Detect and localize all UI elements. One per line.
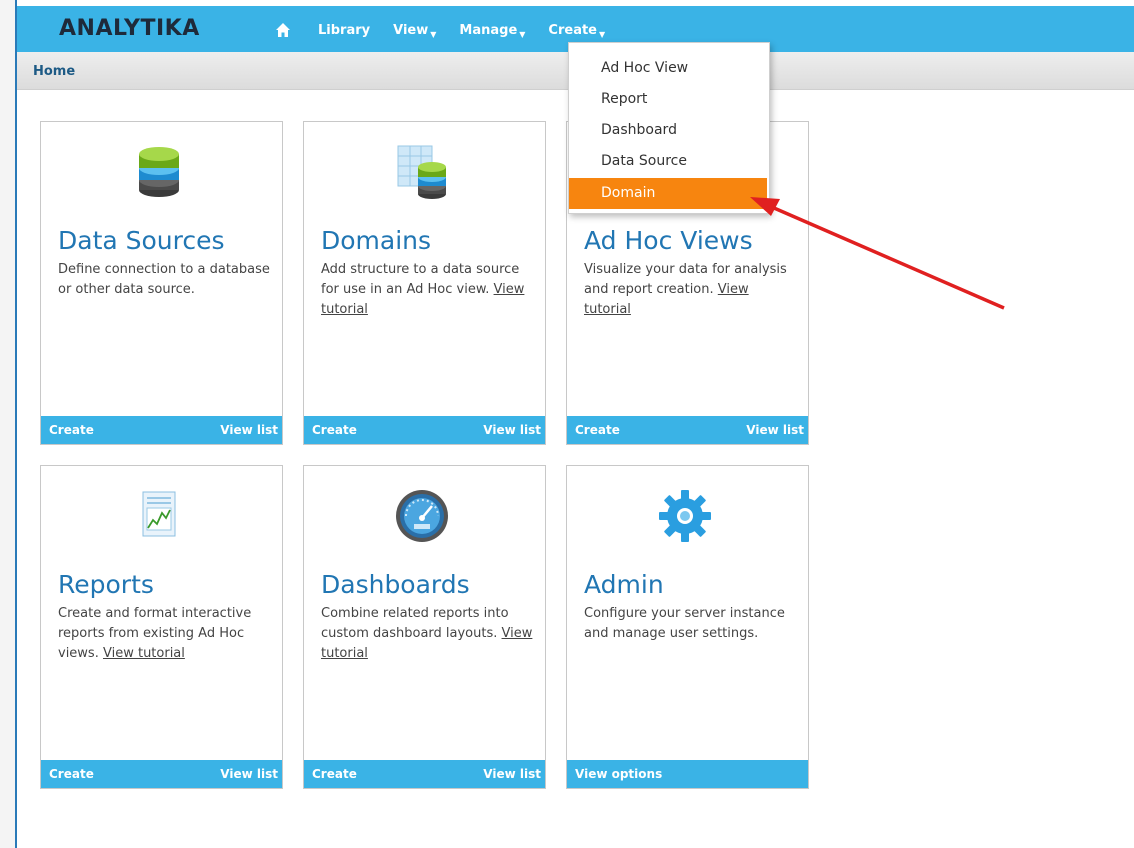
view-tutorial-link[interactable]: View tutorial	[103, 646, 185, 661]
card-reports: Reports Create and format interactive re…	[40, 465, 283, 789]
view-list-button[interactable]: View list	[220, 423, 278, 437]
card-domains: Domains Add structure to a data source f…	[303, 121, 546, 445]
gear-icon	[659, 490, 711, 542]
card-description: Define connection to a database or other…	[58, 260, 273, 300]
nav-manage-label: Manage	[459, 22, 518, 38]
create-button[interactable]: Create	[49, 767, 94, 781]
create-button[interactable]: Create	[49, 423, 94, 437]
view-list-button[interactable]: View list	[220, 767, 278, 781]
card-title[interactable]: Domains	[321, 226, 431, 255]
breadcrumb-home[interactable]: Home	[33, 64, 75, 79]
card-title[interactable]: Data Sources	[58, 226, 225, 255]
card-title[interactable]: Ad Hoc Views	[584, 226, 753, 255]
menu-item-dashboard[interactable]: Dashboard	[569, 115, 767, 146]
nav-manage[interactable]: Manage ▼	[459, 22, 526, 39]
card-desc-text: Add structure to a data source for use i…	[321, 262, 520, 297]
card-description: Create and format interactive reports fr…	[58, 604, 273, 664]
nav-view[interactable]: View ▼	[393, 22, 437, 39]
create-button[interactable]: Create	[575, 423, 620, 437]
card-footer: Create View list	[567, 416, 808, 444]
database-icon	[139, 147, 179, 197]
create-button[interactable]: Create	[312, 767, 357, 781]
domain-icon	[397, 145, 446, 199]
create-button[interactable]: Create	[312, 423, 357, 437]
nav-create[interactable]: Create ▼	[548, 22, 606, 39]
view-options-button[interactable]: View options	[575, 767, 662, 781]
menu-item-data-source[interactable]: Data Source	[569, 146, 767, 177]
card-description: Add structure to a data source for use i…	[321, 260, 536, 320]
home-icon	[276, 23, 290, 37]
card-title[interactable]: Dashboards	[321, 570, 470, 599]
menu-item-ad-hoc-view[interactable]: Ad Hoc View	[569, 53, 767, 84]
card-admin: Admin Configure your server instance and…	[566, 465, 809, 789]
caret-down-icon: ▼	[519, 29, 526, 39]
caret-down-icon: ▼	[599, 29, 606, 39]
menu-item-report[interactable]: Report	[569, 84, 767, 115]
nav-library[interactable]: Library	[318, 23, 370, 38]
card-desc-text: Visualize your data for analysis and rep…	[584, 262, 787, 297]
view-list-button[interactable]: View list	[483, 423, 541, 437]
nav-home[interactable]	[275, 22, 295, 38]
card-footer: Create View list	[41, 416, 282, 444]
card-footer: View options	[567, 760, 808, 788]
card-footer: Create View list	[304, 416, 545, 444]
card-desc-text: Combine related reports into custom dash…	[321, 606, 509, 641]
nav-library-label: Library	[318, 22, 371, 38]
window-left-border	[0, 0, 17, 848]
menu-item-domain[interactable]: Domain	[569, 178, 767, 209]
card-dashboards: Dashboards Combine related reports into …	[303, 465, 546, 789]
nav-create-label: Create	[548, 22, 597, 38]
card-description: Visualize your data for analysis and rep…	[584, 260, 799, 320]
card-footer: Create View list	[41, 760, 282, 788]
caret-down-icon: ▼	[430, 29, 437, 39]
card-desc-text: Configure your server instance and manag…	[584, 606, 785, 641]
card-description: Combine related reports into custom dash…	[321, 604, 536, 664]
card-title[interactable]: Reports	[58, 570, 154, 599]
card-footer: Create View list	[304, 760, 545, 788]
app-logo[interactable]: ANALYTIKA	[59, 16, 200, 41]
card-description: Configure your server instance and manag…	[584, 604, 799, 644]
report-icon	[142, 491, 176, 537]
gauge-icon	[396, 490, 448, 542]
card-data-sources: Data Sources Define connection to a data…	[40, 121, 283, 445]
create-dropdown-menu: Ad Hoc View Report Dashboard Data Source…	[568, 42, 770, 214]
view-list-button[interactable]: View list	[483, 767, 541, 781]
view-list-button[interactable]: View list	[746, 423, 804, 437]
card-desc-text: Define connection to a database or other…	[58, 262, 270, 297]
nav-view-label: View	[393, 22, 429, 38]
main-nav: Library View ▼ Manage ▼ Create ▼	[275, 19, 628, 41]
card-title[interactable]: Admin	[584, 570, 664, 599]
